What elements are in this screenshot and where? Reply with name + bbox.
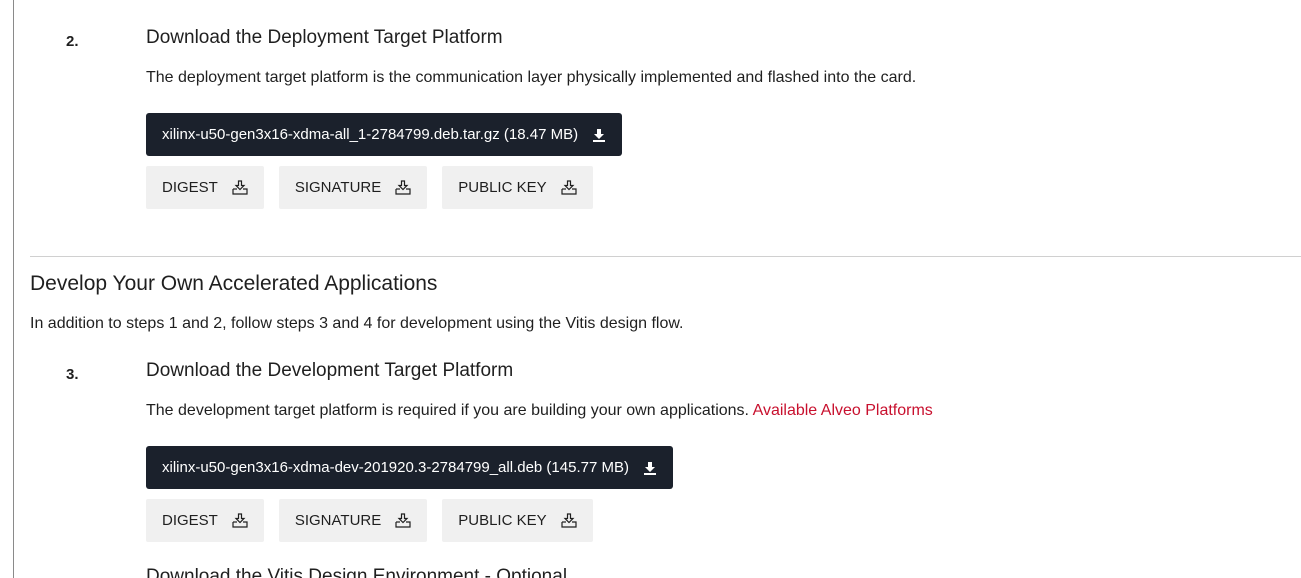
step-title: Download the Development Target Platform (146, 360, 514, 381)
public-key-label: PUBLIC KEY (458, 179, 547, 196)
verification-buttons: DIGEST SIGNATURE PUBLIC KEY (146, 499, 593, 542)
step-description: The deployment target platform is the co… (146, 69, 917, 86)
download-outline-icon (561, 180, 577, 195)
step-description: The development target platform is requi… (146, 402, 933, 420)
public-key-label: PUBLIC KEY (458, 512, 547, 529)
digest-label: DIGEST (162, 512, 218, 529)
section-description: In addition to steps 1 and 2, follow ste… (30, 315, 684, 332)
page: 2. Download the Deployment Target Platfo… (0, 0, 1301, 578)
step-description-text: The development target platform is requi… (146, 402, 749, 419)
step-4-title: Download the Vitis Design Environment - … (146, 566, 568, 578)
signature-label: SIGNATURE (294, 512, 382, 529)
public-key-button[interactable]: PUBLIC KEY (442, 499, 593, 542)
section-title: Develop Your Own Accelerated Application… (30, 272, 438, 295)
digest-button[interactable]: DIGEST (146, 166, 264, 209)
step-number: 3. (66, 366, 79, 383)
download-development-platform-button[interactable]: xilinx-u50-gen3x16-xdma-dev-201920.3-278… (146, 446, 673, 489)
download-icon (593, 128, 606, 142)
download-button-label: xilinx-u50-gen3x16-xdma-all_1-2784799.de… (162, 126, 579, 143)
download-button-label: xilinx-u50-gen3x16-xdma-dev-201920.3-278… (162, 459, 629, 476)
verification-buttons: DIGEST SIGNATURE PUBLIC KEY (146, 166, 593, 209)
download-outline-icon (561, 513, 577, 528)
download-icon (643, 461, 656, 475)
step-title: Download the Deployment Target Platform (146, 27, 503, 48)
download-outline-icon (395, 513, 411, 528)
signature-button[interactable]: SIGNATURE (278, 499, 428, 542)
signature-button[interactable]: SIGNATURE (278, 166, 428, 209)
signature-label: SIGNATURE (294, 179, 382, 196)
digest-button[interactable]: DIGEST (146, 499, 264, 542)
digest-label: DIGEST (162, 179, 218, 196)
download-outline-icon (232, 180, 248, 195)
section-divider (30, 256, 1301, 257)
public-key-button[interactable]: PUBLIC KEY (442, 166, 593, 209)
left-border (13, 0, 14, 578)
step-number: 2. (66, 33, 79, 50)
download-outline-icon (395, 180, 411, 195)
download-outline-icon (232, 513, 248, 528)
download-deployment-platform-button[interactable]: xilinx-u50-gen3x16-xdma-all_1-2784799.de… (146, 113, 623, 156)
available-alveo-platforms-link[interactable]: Available Alveo Platforms (753, 402, 933, 419)
